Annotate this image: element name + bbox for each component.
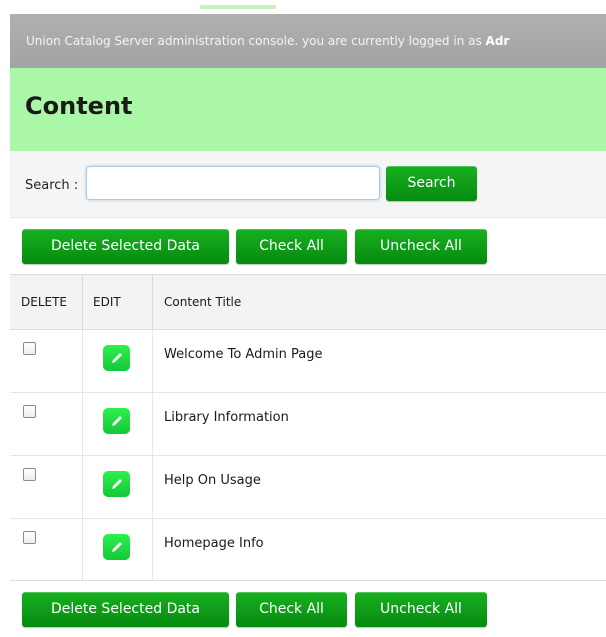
column-divider [82,456,83,518]
check-all-button[interactable]: Check All [236,229,347,264]
edit-button[interactable] [103,408,130,434]
pencil-icon [112,479,122,489]
table-row: Homepage Info [10,519,606,582]
table-row: Welcome To Admin Page [10,330,606,393]
column-divider [82,330,83,392]
search-bar: Search : Search [10,151,606,218]
column-header-title: Content Title [164,295,242,309]
edit-button[interactable] [103,345,130,371]
edit-button[interactable] [103,471,130,497]
column-divider [82,519,83,581]
search-button[interactable]: Search [386,166,477,201]
title-bar: Content [10,68,606,151]
column-divider [152,456,153,518]
column-divider [82,393,83,455]
delete-selected-button[interactable]: Delete Selected Data [22,229,229,264]
top-tab-indicator[interactable] [200,5,276,9]
table-row: Library Information [10,393,606,456]
top-tab-strip [10,0,606,14]
column-divider [152,519,153,581]
row-content-title: Library Information [164,410,289,425]
column-divider [152,393,153,455]
search-input[interactable] [86,166,380,200]
pencil-icon [112,353,122,363]
header-user: Adr [485,34,510,48]
row-delete-checkbox[interactable] [23,531,36,544]
uncheck-all-button[interactable]: Uncheck All [355,229,487,264]
pencil-icon [112,416,122,426]
top-action-bar: Delete Selected Data Check All Uncheck A… [10,218,606,274]
column-divider [82,275,83,329]
content-table: DELETE EDIT Content Title Welcome To Adm… [10,274,606,582]
edit-button[interactable] [103,534,130,560]
column-header-edit: EDIT [93,295,121,309]
delete-selected-button[interactable]: Delete Selected Data [22,592,229,627]
admin-console: Union Catalog Server administration cons… [10,0,606,637]
check-all-button[interactable]: Check All [236,592,347,627]
search-label: Search : [25,178,79,193]
column-divider [152,330,153,392]
bottom-action-bar: Delete Selected Data Check All Uncheck A… [10,580,606,637]
header-status-text: Union Catalog Server administration cons… [26,34,486,48]
table-header: DELETE EDIT Content Title [10,274,606,330]
uncheck-all-button[interactable]: Uncheck All [355,592,487,627]
pencil-icon [112,542,122,552]
row-content-title: Welcome To Admin Page [164,347,323,362]
page-title: Content [25,92,133,120]
table-row: Help On Usage [10,456,606,519]
row-delete-checkbox[interactable] [23,405,36,418]
status-header: Union Catalog Server administration cons… [10,14,606,68]
row-delete-checkbox[interactable] [23,468,36,481]
column-header-delete: DELETE [21,295,68,309]
row-content-title: Help On Usage [164,473,261,488]
column-divider [152,275,153,329]
row-delete-checkbox[interactable] [23,342,36,355]
row-content-title: Homepage Info [164,536,264,551]
